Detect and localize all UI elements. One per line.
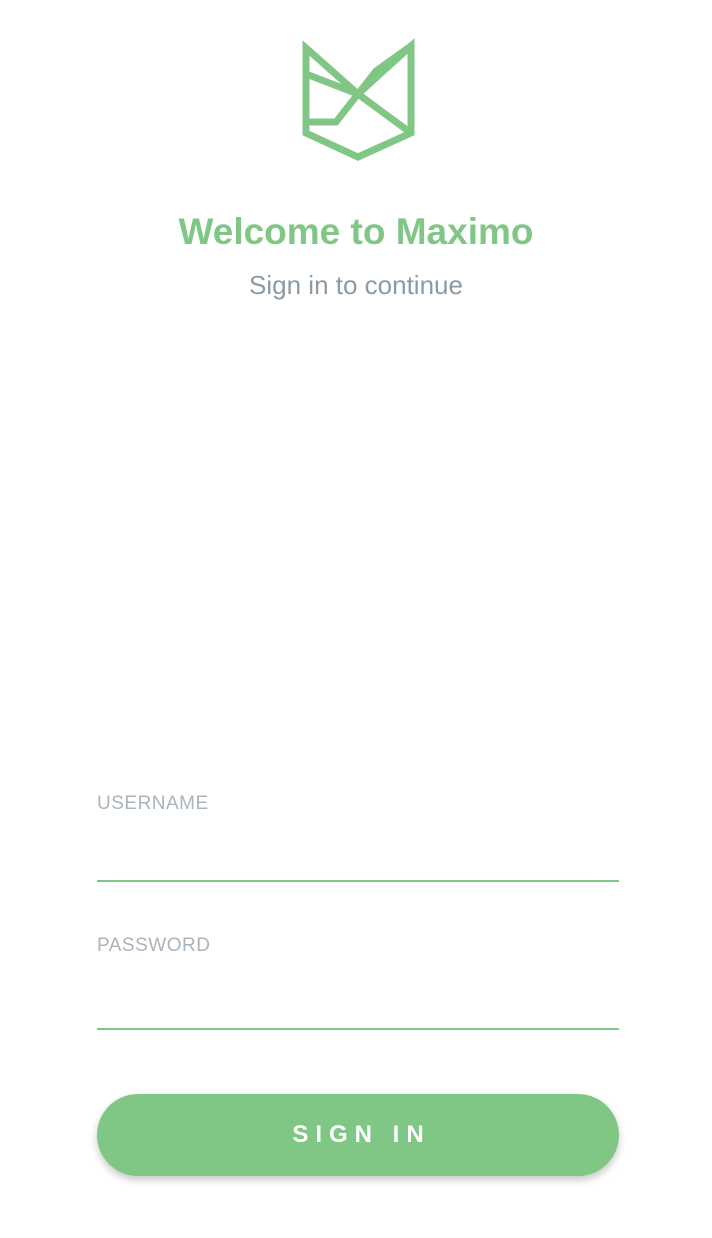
username-input[interactable] xyxy=(97,816,619,882)
username-field: USERNAME xyxy=(97,792,619,882)
page-subtitle: Sign in to continue xyxy=(249,270,463,300)
page-title: Welcome to Maximo xyxy=(178,211,534,252)
sign-in-button[interactable]: SIGN IN xyxy=(97,1094,619,1176)
username-label: USERNAME xyxy=(97,793,209,814)
password-label: PASSWORD xyxy=(97,935,211,956)
password-field: PASSWORD xyxy=(97,934,619,1030)
maximo-logo-icon xyxy=(302,38,415,161)
password-input[interactable] xyxy=(97,958,619,1030)
